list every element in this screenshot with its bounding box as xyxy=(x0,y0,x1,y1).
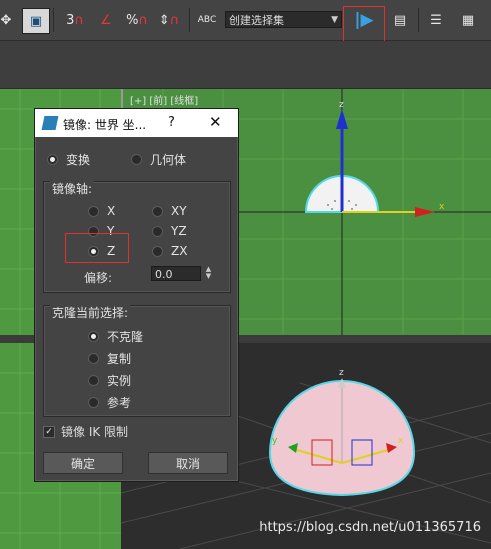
persp-axis-y-label: y xyxy=(272,436,278,446)
dialog-title: 镜像: 世界 坐... xyxy=(63,118,147,132)
viewport-label[interactable]: [+] [前] [线框] xyxy=(130,92,198,107)
ribbon-bar xyxy=(0,41,491,89)
ok-button[interactable]: 确定 xyxy=(43,452,123,474)
toolbar-separator xyxy=(53,8,54,32)
axis-z-label: z xyxy=(339,100,344,110)
abc-label: ABC xyxy=(197,15,217,25)
clone-title: 克隆当前选择: xyxy=(50,304,131,321)
mirror-ik-checkbox[interactable]: ✓ 镜像 IK 限制 xyxy=(43,423,128,440)
clone-group: 克隆当前选择: 不克隆 复制 实例 参考 xyxy=(43,304,231,417)
close-button[interactable]: ✕ xyxy=(209,113,222,131)
radio-dot-icon xyxy=(47,154,58,165)
radio-dot-icon xyxy=(152,225,163,237)
axis-yz-label: YZ xyxy=(171,224,187,238)
radio-dot-icon xyxy=(131,154,142,165)
clone-copy-label: 复制 xyxy=(107,352,132,366)
radio-transform[interactable]: 变换 xyxy=(47,151,90,168)
axis-x-radio[interactable]: X xyxy=(88,204,115,218)
axis-zx-label: ZX xyxy=(171,244,188,258)
percent-label: % xyxy=(126,12,139,28)
toolbar-separator xyxy=(418,8,419,32)
percent-snap-toggle[interactable]: % ∩ xyxy=(122,8,152,32)
snap-toggle-3d[interactable]: 3 ∩ xyxy=(60,8,90,32)
axis-x-label: X xyxy=(107,204,116,218)
clone-reference-label: 参考 xyxy=(107,396,132,410)
axis-xy-radio[interactable]: XY xyxy=(152,204,187,218)
snap-label: 3 xyxy=(66,12,75,28)
named-selection-dropdown[interactable]: 创建选择集 ▼ xyxy=(225,11,342,28)
align-icon[interactable]: ▤ xyxy=(386,8,414,32)
radio-dot-icon xyxy=(152,245,163,257)
move-icon[interactable]: ✥ xyxy=(0,8,12,32)
axis-x-label: x xyxy=(439,202,445,212)
dialog-titlebar[interactable]: 镜像: 世界 坐... ? ✕ xyxy=(35,109,238,137)
persp-axis-x-label: x xyxy=(398,436,404,446)
radio-dot-icon xyxy=(88,205,99,217)
radio-dot-icon xyxy=(152,205,163,217)
z-axis-highlight xyxy=(65,233,129,263)
main-toolbar: ✥ ▣ 3 ∩ ∠ % ∩ ⇕ ∩ ABC 创建选择集 ▼ |▶ ▤ ☰ ▦ xyxy=(0,0,491,48)
layer-explorer-icon[interactable]: ☰ xyxy=(424,8,448,32)
radio-geometry-label: 几何体 xyxy=(150,153,187,167)
offset-input[interactable]: 0.0 xyxy=(151,266,201,281)
axis-xy-label: XY xyxy=(171,204,187,218)
angle-snap-icon[interactable]: ∠ xyxy=(92,8,120,32)
named-selection-value: 创建选择集 xyxy=(229,14,284,27)
toolbar-separator xyxy=(189,8,190,32)
clone-reference-radio[interactable]: 参考 xyxy=(88,394,131,411)
clone-none-label: 不克隆 xyxy=(107,330,144,344)
mirror-dialog: 镜像: 世界 坐... ? ✕ 变换 几何体 镜像轴: X Y Z XY YZ … xyxy=(34,108,239,482)
cancel-button[interactable]: 取消 xyxy=(148,452,228,474)
layer-manager-icon[interactable]: ▦ xyxy=(454,8,482,32)
spinner-snap-icon[interactable]: ⇕ ∩ xyxy=(155,8,183,32)
watermark-text: https://blog.csdn.net/u011365716 xyxy=(259,520,481,535)
clone-instance-radio[interactable]: 实例 xyxy=(88,372,131,389)
clone-copy-radio[interactable]: 复制 xyxy=(88,350,131,367)
check-icon: ✓ xyxy=(43,425,55,438)
mirror-ik-label: 镜像 IK 限制 xyxy=(61,425,129,439)
chevron-down-icon: ▼ xyxy=(331,15,338,25)
clone-instance-label: 实例 xyxy=(107,374,132,388)
mirror-axis-title: 镜像轴: xyxy=(50,180,95,197)
radio-dot-icon xyxy=(88,375,99,386)
help-button[interactable]: ? xyxy=(168,115,175,130)
radio-dot-icon xyxy=(88,331,99,342)
offset-spinner-icon[interactable]: ▲ ▼ xyxy=(204,266,213,281)
persp-axis-z-label: z xyxy=(339,368,344,378)
app-icon xyxy=(41,116,59,130)
offset-label: 偏移: xyxy=(84,271,113,285)
radio-dot-icon xyxy=(88,353,99,364)
axis-zx-radio[interactable]: ZX xyxy=(152,244,187,258)
clone-none-radio[interactable]: 不克隆 xyxy=(88,328,143,345)
radio-dot-icon xyxy=(88,397,99,408)
radio-transform-label: 变换 xyxy=(66,153,91,167)
edit-named-sets-icon[interactable]: ABC xyxy=(193,8,221,32)
place-icon[interactable]: ▣ xyxy=(22,8,50,34)
radio-geometry[interactable]: 几何体 xyxy=(131,151,186,168)
axis-yz-radio[interactable]: YZ xyxy=(152,224,187,238)
